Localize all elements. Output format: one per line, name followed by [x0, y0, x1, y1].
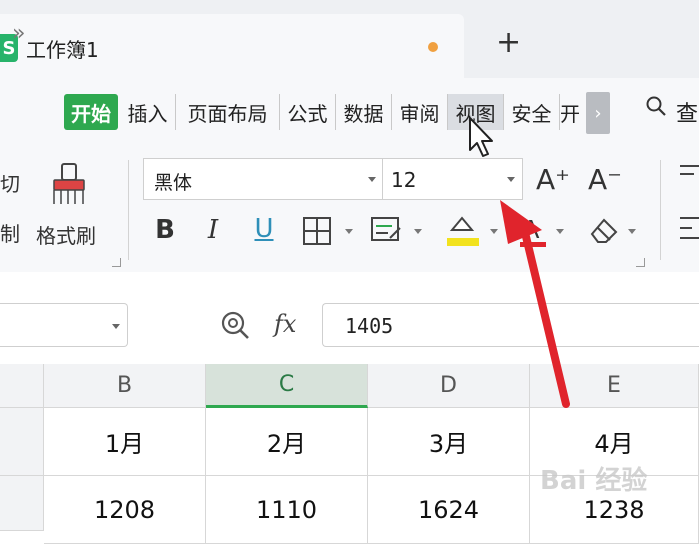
chevron-down-icon[interactable]	[507, 177, 515, 182]
clipboard-group-launcher-icon[interactable]	[112, 258, 121, 267]
chevron-down-icon[interactable]	[490, 229, 498, 234]
table-cell[interactable]: 1208	[44, 476, 206, 544]
name-box[interactable]	[0, 303, 128, 347]
grow-font-button[interactable]: A⁺	[536, 160, 570, 198]
tab-developer[interactable]: 开	[560, 94, 586, 130]
chevron-down-icon[interactable]	[628, 229, 636, 234]
formula-input[interactable]: 1405	[322, 303, 699, 347]
shrink-font-button[interactable]: A⁻	[588, 160, 622, 198]
insert-function-button[interactable]: fx	[274, 310, 296, 338]
table-cell[interactable]: 3月	[368, 408, 530, 476]
bold-button[interactable]: B	[150, 212, 180, 248]
search-icon[interactable]	[646, 96, 666, 116]
chevron-down-icon[interactable]	[368, 177, 376, 182]
document-title[interactable]: 工作簿1	[26, 34, 99, 63]
format-painter-icon[interactable]	[50, 162, 90, 208]
font-size-value: 12	[391, 168, 417, 192]
column-header-d[interactable]: D	[368, 364, 530, 408]
new-tab-button[interactable]: +	[496, 28, 521, 58]
row-header[interactable]	[0, 476, 44, 531]
menu-more-icon[interactable]: »	[12, 21, 25, 46]
underline-button[interactable]: U	[248, 210, 280, 248]
svg-text:A: A	[522, 214, 540, 244]
tab-page-layout[interactable]: 页面布局	[176, 94, 280, 130]
chevron-down-icon[interactable]	[345, 229, 353, 234]
copy-button[interactable]: 制	[0, 218, 20, 247]
chevron-down-icon[interactable]	[556, 229, 564, 234]
tab-security[interactable]: 安全	[504, 94, 560, 130]
font-name-combobox[interactable]: 黑体	[143, 158, 383, 200]
chevron-down-icon[interactable]	[414, 229, 422, 234]
unsaved-indicator-icon	[428, 42, 438, 52]
font-color-icon[interactable]: A	[518, 212, 548, 248]
cut-button[interactable]: 切	[0, 168, 20, 197]
table-cell[interactable]: 1624	[368, 476, 530, 544]
borders-icon[interactable]	[302, 216, 332, 246]
table-cell[interactable]: 1110	[206, 476, 368, 544]
table-cell[interactable]: 2月	[206, 408, 368, 476]
tab-home[interactable]: 开始	[64, 94, 118, 130]
align-top-icon[interactable]	[678, 160, 699, 190]
formula-value: 1405	[345, 314, 394, 338]
table-cell[interactable]: 1月	[44, 408, 206, 476]
italic-button[interactable]: I	[198, 212, 228, 248]
format-painter-label[interactable]: 格式刷	[36, 220, 96, 249]
fill-color-icon[interactable]	[444, 212, 482, 248]
column-header-c[interactable]: C	[206, 364, 368, 408]
tab-view[interactable]: 视图	[448, 94, 504, 130]
column-header-a[interactable]	[0, 364, 44, 408]
watermark: Bai 经验	[540, 466, 648, 496]
tab-insert[interactable]: 插入	[120, 94, 176, 130]
tab-formulas[interactable]: 公式	[280, 94, 336, 130]
column-header-b[interactable]: B	[44, 364, 206, 408]
ribbon-separator	[660, 160, 661, 260]
search-label[interactable]: 查	[676, 96, 698, 128]
font-group-launcher-icon[interactable]	[636, 258, 645, 267]
menu-scroll-right-button[interactable]: ›	[586, 92, 610, 134]
font-size-combobox[interactable]: 12	[383, 158, 523, 200]
row-header[interactable]	[0, 408, 44, 476]
font-name-value: 黑体	[154, 172, 193, 194]
column-header-e[interactable]: E	[530, 364, 699, 408]
tab-data[interactable]: 数据	[336, 94, 392, 130]
cell-style-icon[interactable]	[370, 214, 404, 246]
tab-review[interactable]: 审阅	[392, 94, 448, 130]
chevron-down-icon[interactable]	[112, 324, 120, 329]
clear-format-eraser-icon[interactable]	[588, 214, 622, 246]
ribbon-separator	[128, 160, 129, 260]
align-left-icon[interactable]	[678, 214, 699, 244]
zoom-formula-icon[interactable]	[220, 310, 254, 340]
